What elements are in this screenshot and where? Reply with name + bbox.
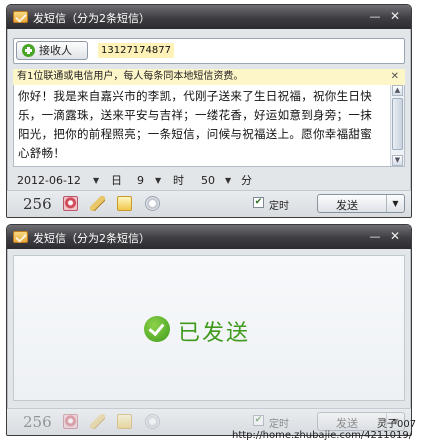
recipient-field[interactable]: 接收人 13127174877 <box>13 38 405 64</box>
message-scrollbar[interactable]: ▲ ▼ <box>390 85 404 166</box>
signature-pen-icon <box>90 414 105 429</box>
scroll-up-icon[interactable]: ▲ <box>392 85 403 96</box>
template-note-icon <box>117 414 132 429</box>
title-bar[interactable]: 发短信（分为2条短信） — ✕ <box>7 5 411 29</box>
check-icon <box>144 316 170 342</box>
close-button[interactable]: ✕ <box>387 9 403 24</box>
send-button[interactable]: 发送 ▼ <box>317 194 405 213</box>
minimize-button[interactable]: — <box>367 229 383 244</box>
timer-label: 定时 <box>269 419 289 430</box>
sent-sms-window: 发短信（分为2条短信） — ✕ 已发送 256 ✔ 定时 发送 ▼ <box>6 224 412 436</box>
minute-dropdown-icon[interactable]: ▼ <box>225 173 231 189</box>
watermark-author: 灵子007 <box>377 419 417 430</box>
timer-label: 定时 <box>269 201 289 212</box>
title-bar[interactable]: 发短信（分为2条短信） — ✕ <box>7 225 411 249</box>
emoticon-icon[interactable] <box>145 196 160 211</box>
date-dropdown-icon[interactable]: ▼ <box>93 173 99 189</box>
date-select[interactable]: 2012-06-12 <box>17 173 81 189</box>
send-button-label: 发送 <box>336 417 358 430</box>
minute-select[interactable]: 50 <box>201 173 215 189</box>
scroll-down-icon[interactable]: ▼ <box>392 155 403 166</box>
minute-label: 分 <box>241 174 252 187</box>
day-label: 日 <box>111 174 122 187</box>
timer-checkbox[interactable]: ✔ <box>253 197 264 208</box>
emoticon-icon <box>145 414 160 429</box>
signature-pen-icon[interactable] <box>90 196 105 211</box>
sms-app-icon <box>13 231 28 243</box>
recipient-button-label: 接收人 <box>39 44 72 57</box>
sms-app-icon <box>13 11 28 23</box>
photo-icon[interactable] <box>63 196 78 211</box>
send-options-chevron-icon[interactable]: ▼ <box>386 195 404 212</box>
send-button-label: 发送 <box>336 199 358 212</box>
minimize-button[interactable]: — <box>367 9 383 24</box>
close-button[interactable]: ✕ <box>387 229 403 244</box>
sent-status-text: 已发送 <box>178 321 251 346</box>
recipient-button[interactable]: 接收人 <box>16 41 88 60</box>
billing-info-bar: 有1位联通或电信用户，每人每条同本地短信资费。 ✕ <box>13 69 405 85</box>
window-title: 发短信（分为2条短信） <box>33 12 150 25</box>
hour-dropdown-icon[interactable]: ▼ <box>155 173 161 189</box>
scroll-thumb[interactable] <box>392 98 403 150</box>
message-text[interactable]: 你好！我是来自嘉兴市的李凯，代刚子送来了生日祝福，祝你生日快乐，一滴露珠，送来平… <box>18 87 382 163</box>
hour-select[interactable]: 9 <box>137 173 144 189</box>
watermark-url: http://home.zhubajie.com/4211019/ <box>232 430 413 441</box>
photo-icon <box>63 414 78 429</box>
recipient-number[interactable]: 13127174877 <box>98 43 174 58</box>
hour-label: 时 <box>173 174 184 187</box>
char-count: 256 <box>23 195 52 213</box>
char-count: 256 <box>23 413 52 431</box>
add-contact-icon <box>22 44 35 57</box>
info-close-icon[interactable]: ✕ <box>391 69 399 85</box>
compose-sms-window: 发短信（分为2条短信） — ✕ 接收人 13127174877 有1位联通或电信… <box>6 4 412 218</box>
message-textarea[interactable]: 你好！我是来自嘉兴市的李凯，代刚子送来了生日祝福，祝你生日快乐，一滴露珠，送来平… <box>13 85 405 167</box>
timer-checkbox: ✔ <box>253 415 264 426</box>
template-note-icon[interactable] <box>117 196 132 211</box>
bottom-toolbar: 256 ✔ 定时 发送 ▼ <box>7 190 411 217</box>
sent-panel: 已发送 <box>13 255 405 401</box>
billing-info-text: 有1位联通或电信用户，每人每条同本地短信资费。 <box>17 71 244 82</box>
window-title: 发短信（分为2条短信） <box>33 232 150 245</box>
